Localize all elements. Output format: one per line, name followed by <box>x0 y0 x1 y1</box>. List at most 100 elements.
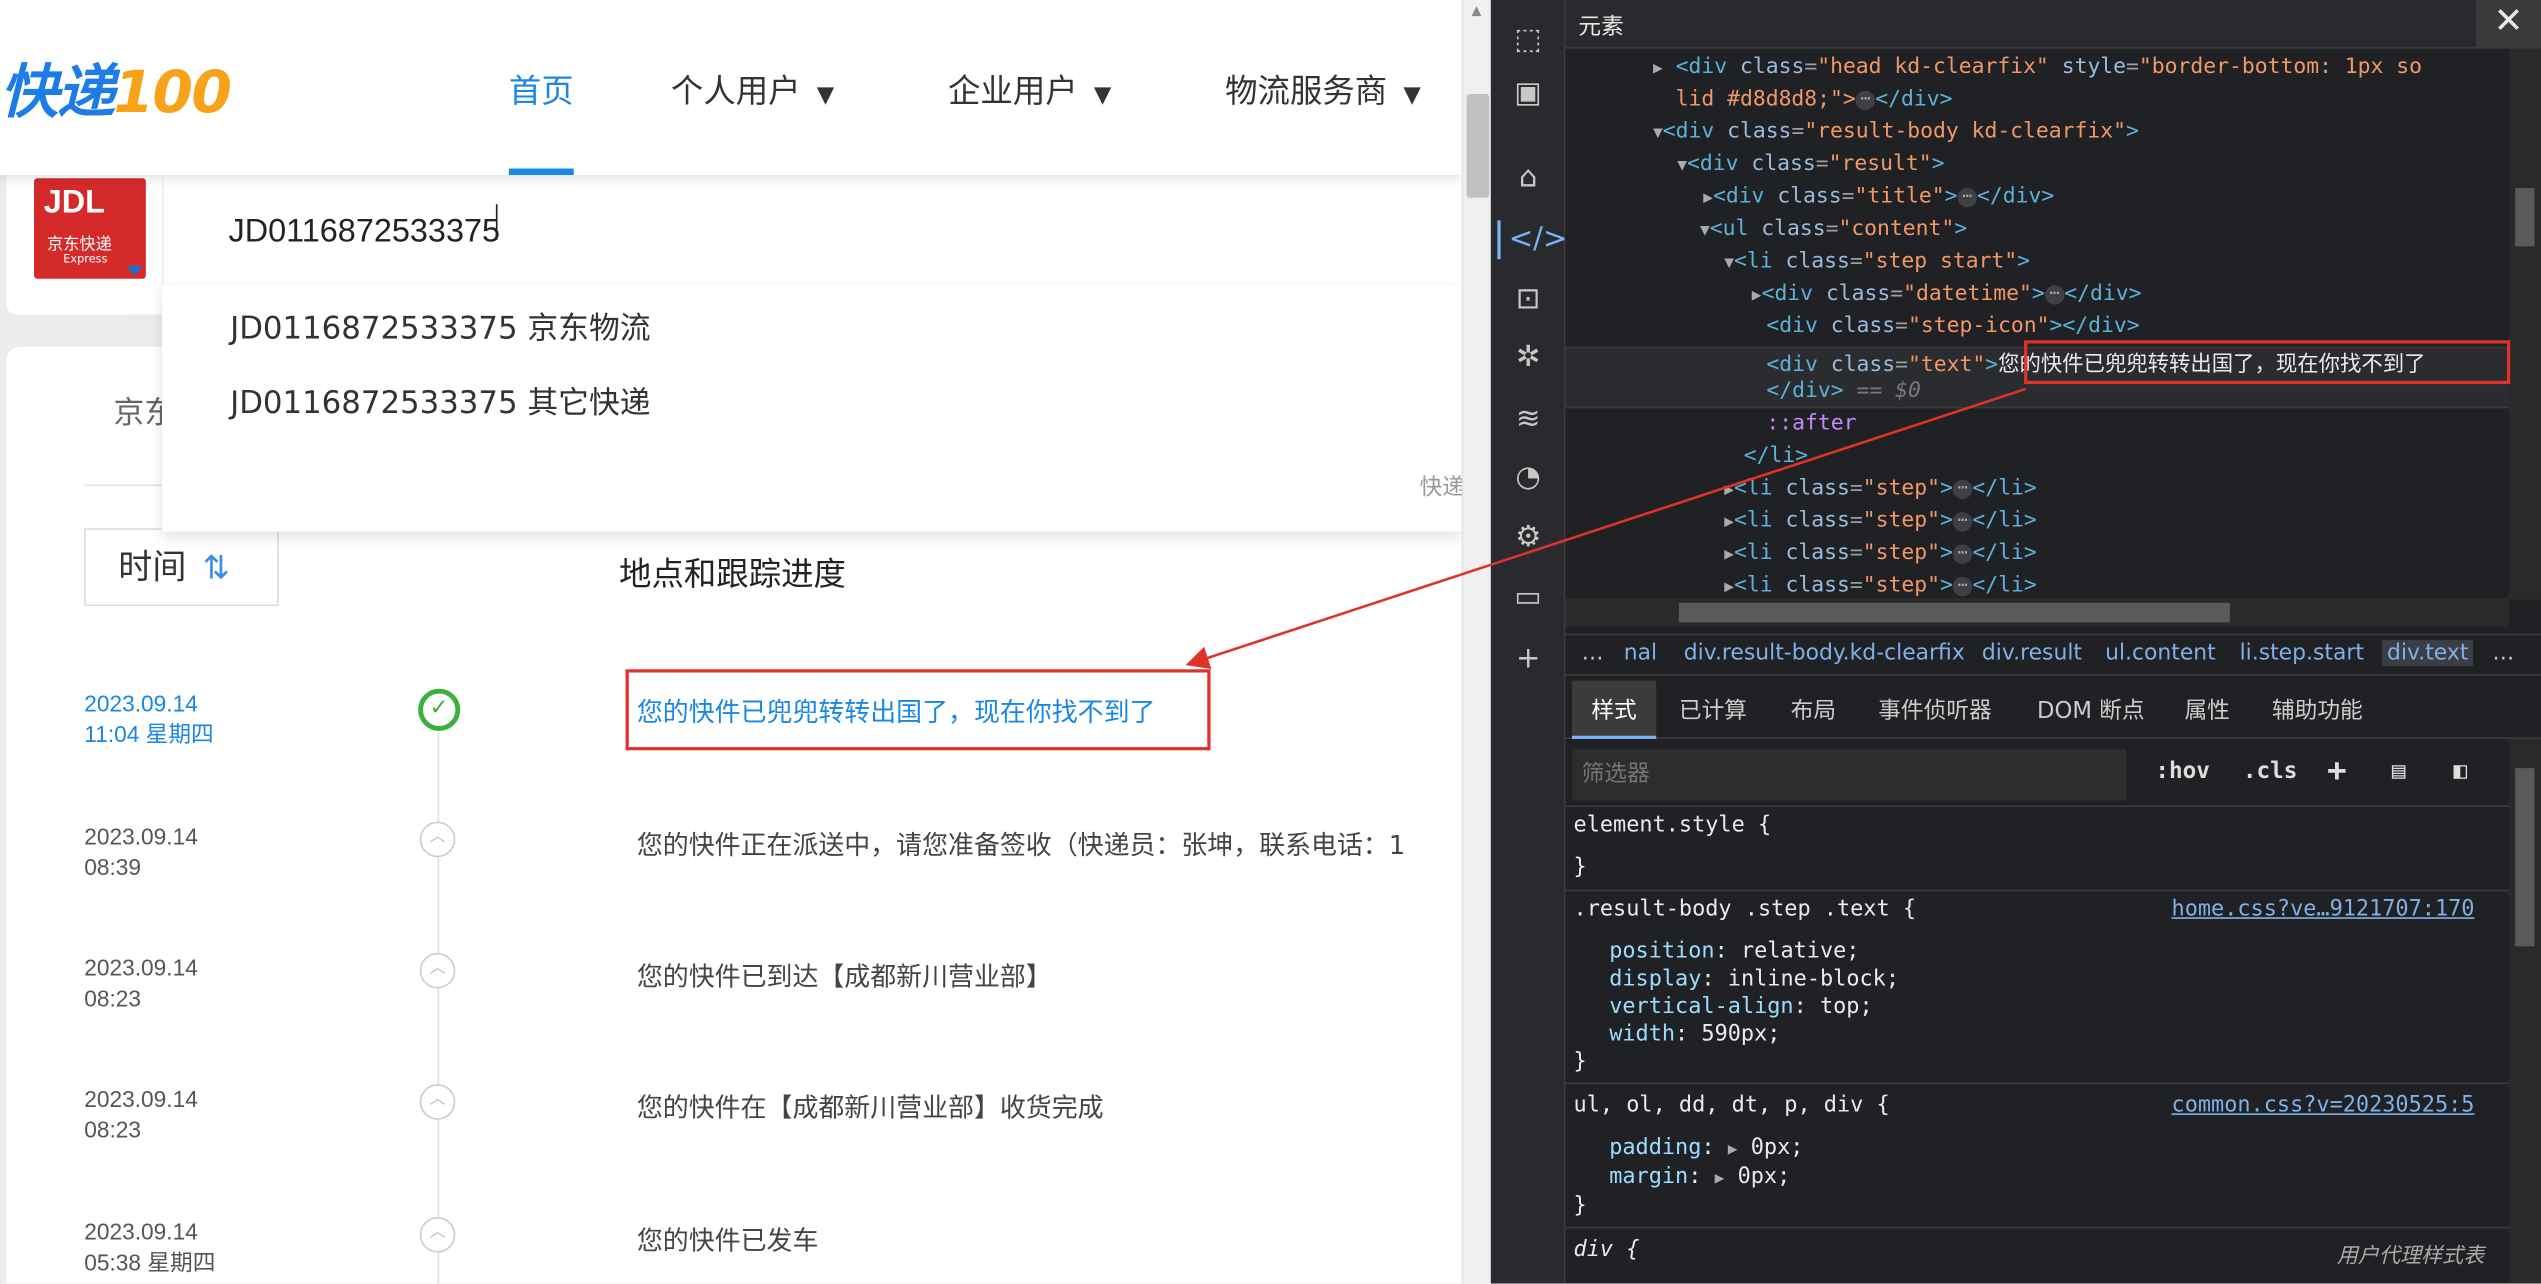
dom-node[interactable]: ▶<div class="datetime"> ⋯ </div> <box>1752 282 2142 306</box>
dom-node[interactable]: ▶<li class="step"> ⋯ </li> <box>1724 476 2036 500</box>
device-toolbar-icon[interactable]: ▣ <box>1509 75 1548 114</box>
scroll-up-icon[interactable]: ▲ <box>1471 3 1481 18</box>
breadcrumb-item-selected[interactable]: div.text <box>2382 640 2474 667</box>
rule-selector[interactable]: .result-body .step .text { <box>1574 896 1916 922</box>
suggestion-item[interactable]: JD0116872533375 其它快递 <box>230 379 650 423</box>
carrier-logo-brand: JDL <box>43 184 106 221</box>
css-property: padding <box>1609 1134 1702 1161</box>
application-icon[interactable]: ▭ <box>1509 579 1548 618</box>
expand-triangle-icon[interactable]: ▶ <box>1715 1170 1725 1188</box>
paint-icon[interactable]: ▤ <box>2392 758 2406 784</box>
toggle-sidebar-icon[interactable]: ◧ <box>2453 758 2467 784</box>
nav-logistics[interactable]: 物流服务商 ▼ <box>1225 65 1421 112</box>
rule-selector[interactable]: element.style { <box>1574 812 1772 838</box>
styles-scroll-thumb[interactable] <box>2515 768 2535 947</box>
dom-node[interactable]: ▶<li class="step"> ⋯ </li> <box>1724 574 2036 598</box>
tab-styles[interactable]: 样式 <box>1571 680 1657 739</box>
css-declaration[interactable]: vertical-align: top; <box>1609 993 1872 1019</box>
hov-toggle-button[interactable]: :hov <box>2155 758 2210 784</box>
chevron-up-circle-icon: ︿ <box>419 821 456 858</box>
styles-filter-input[interactable] <box>1571 748 2127 801</box>
expand-triangle-icon[interactable]: ▶ <box>1728 1141 1738 1159</box>
dom-node[interactable]: ▼<div class="result"> <box>1677 152 1944 176</box>
breadcrumb-item[interactable]: div.result-body.kd-clearfix <box>1684 640 1965 666</box>
step-date: 2023.09.14 <box>84 954 198 981</box>
tab-layout[interactable]: 布局 <box>1791 694 1836 726</box>
sort-arrows-icon: ⇅ <box>202 547 230 587</box>
breadcrumb-item[interactable]: li.step.start <box>2240 640 2364 666</box>
dom-node[interactable]: <div class="step-icon"></div> <box>1766 314 2139 338</box>
rule-source-link[interactable]: home.css?ve…9121707:170 <box>2172 896 2475 922</box>
dom-node[interactable]: ▼<ul class="content"> <box>1700 217 1967 241</box>
dom-tree: ▶ <div class="head kd-clearfix" style="b… <box>1565 49 2541 600</box>
tracking-number-input[interactable] <box>162 178 1462 286</box>
tab-properties[interactable]: 属性 <box>2184 694 2229 726</box>
new-rule-button[interactable]: + <box>2327 750 2347 789</box>
carrier-logo[interactable]: JDL 京东快递 Express <box>34 178 146 279</box>
add-tool-icon[interactable]: + <box>1509 640 1548 679</box>
close-icon[interactable]: ✕ <box>2476 0 2541 49</box>
breadcrumb-item[interactable]: div.result <box>1982 640 2082 666</box>
devtools-titlebar: 元素 ✕ <box>1565 0 2541 49</box>
nav-personal[interactable]: 个人用户 ▼ <box>671 65 834 112</box>
breadcrumb-more[interactable]: … <box>2492 640 2514 666</box>
css-property: width <box>1609 1020 1676 1047</box>
tab-computed[interactable]: 已计算 <box>1679 694 1747 726</box>
nav-enterprise[interactable]: 企业用户 ▼ <box>948 65 1111 112</box>
css-value: top; <box>1819 993 1873 1020</box>
dom-node[interactable]: ▼<li class="step start"> <box>1724 250 2030 274</box>
tab-accessibility[interactable]: 辅助功能 <box>2272 694 2363 726</box>
breadcrumb: … nal div.result-body.kd-clearfix div.re… <box>1565 633 2541 676</box>
styles-scrollbar[interactable] <box>2508 738 2541 1284</box>
step-datetime: 2023.09.14 08:39 <box>84 822 198 884</box>
dom-pseudo[interactable]: ::after <box>1766 412 1856 436</box>
page-scrollbar-thumb[interactable] <box>1466 93 1490 198</box>
suggestion-item[interactable]: JD0116872533375 京东物流 <box>230 305 650 349</box>
step-datetime: 2023.09.14 11:04 星期四 <box>84 689 213 751</box>
nav-home[interactable]: 首页 <box>509 65 574 112</box>
dom-scroll-thumb[interactable] <box>2515 187 2535 247</box>
css-declaration[interactable]: margin: ▶ 0px; <box>1609 1164 1790 1190</box>
css-declaration[interactable]: display: inline-block; <box>1609 966 1899 992</box>
dom-horizontal-scrollbar[interactable] <box>1565 597 2509 628</box>
tab-event-listeners[interactable]: 事件侦听器 <box>1878 694 1991 726</box>
dom-node[interactable]: ▶<li class="step"> ⋯ </li> <box>1724 509 2036 533</box>
wifi-icon[interactable]: ≋ <box>1509 400 1548 439</box>
settings-icon[interactable]: ⚙ <box>1509 519 1548 558</box>
elements-icon[interactable]: </> <box>1509 220 1568 259</box>
css-declaration[interactable]: width: 590px; <box>1609 1021 1780 1047</box>
dom-vertical-scrollbar[interactable] <box>2508 48 2541 600</box>
dom-node[interactable]: ▶<div class="title"> ⋯ </div> <box>1703 185 2054 209</box>
dom-hscroll-thumb[interactable] <box>1678 602 2230 623</box>
panel-title: 元素 <box>1578 14 1624 41</box>
dom-node[interactable]: ▼<div class="result-body kd-clearfix"> <box>1653 120 2139 144</box>
breadcrumb-item[interactable]: nal <box>1624 640 1657 666</box>
inspect-element-icon[interactable]: ⬚ <box>1509 21 1548 60</box>
time-sort-button[interactable]: 时间 ⇅ <box>84 528 279 607</box>
pseudo-after: ::after <box>1766 411 1857 436</box>
css-declaration[interactable]: padding: ▶ 0px; <box>1609 1134 1803 1160</box>
step-date: 2023.09.14 <box>84 1218 198 1245</box>
rule-selector[interactable]: div { <box>1574 1236 1640 1262</box>
breadcrumb-more[interactable]: … <box>1582 640 1604 666</box>
performance-icon[interactable]: ◔ <box>1509 459 1548 498</box>
step-date: 2023.09.14 <box>84 690 198 717</box>
breadcrumb-item[interactable]: ul.content <box>2105 640 2216 666</box>
rule-selector[interactable]: ul, ol, dd, dt, p, div { <box>1574 1092 1890 1118</box>
step-datetime: 2023.09.14 08:23 <box>84 953 198 1015</box>
page-scrollbar[interactable]: ▲ <box>1461 0 1491 1284</box>
styles-pane: element.style { } .result-body .step .te… <box>1565 807 2509 1283</box>
css-declaration[interactable]: position: relative; <box>1609 938 1859 964</box>
home-icon[interactable]: ⌂ <box>1509 159 1548 198</box>
dropdown-footer: 快递 <box>1419 474 1462 501</box>
cls-toggle-button[interactable]: .cls <box>2243 758 2298 784</box>
nav-home-label: 首页 <box>508 71 574 111</box>
tab-dom-breakpoints[interactable]: DOM 断点 <box>2037 694 2145 726</box>
dom-node[interactable]: ▶<li class="step"> ⋯ </li> <box>1724 541 2036 565</box>
dom-node[interactable]: ▶ <div class="head kd-clearfix" style="b… <box>1653 55 2422 79</box>
console-icon[interactable]: ⊡ <box>1509 280 1548 319</box>
rule-source-link[interactable]: common.css?v=20230525:5 <box>2172 1092 2475 1118</box>
dom-selected-marker: == $0 <box>1856 379 1921 404</box>
bug-icon[interactable]: ✲ <box>1509 339 1548 378</box>
site-logo[interactable]: 快递100 <box>0 45 232 129</box>
